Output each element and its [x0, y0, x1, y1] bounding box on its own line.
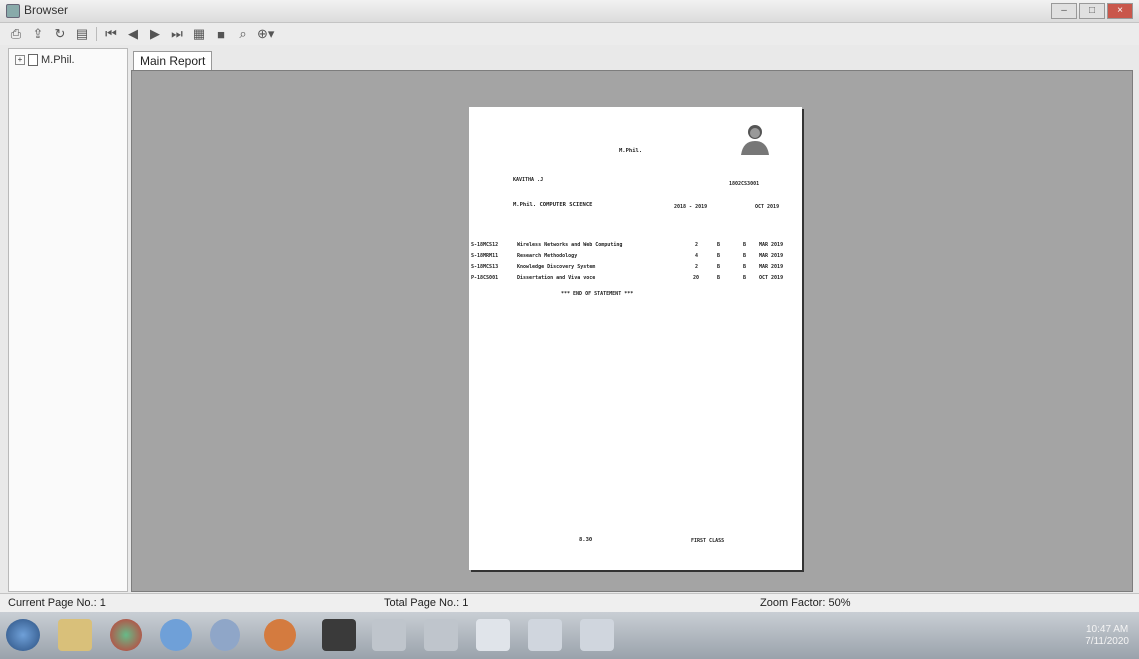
close-button[interactable]: × — [1107, 3, 1133, 19]
expand-icon[interactable]: + — [15, 55, 25, 65]
app-icon-5[interactable] — [580, 619, 614, 651]
classification: FIRST CLASS — [691, 538, 725, 544]
report-page: M.Phil. KAVITHA .J 1802CS3001 M.Phil. CO… — [469, 107, 802, 570]
maximize-button[interactable]: □ — [1079, 3, 1105, 19]
clock-date: 7/11/2020 — [1085, 636, 1129, 647]
end-of-statement: *** END OF STATEMENT *** — [561, 291, 634, 297]
taskbar: 10:47 AM 7/11/2020 — [0, 612, 1139, 659]
page-icon[interactable]: ▦ — [191, 26, 207, 42]
zoom-factor-label: Zoom Factor: 50% — [760, 597, 851, 609]
student-name: KAVITHA .J — [513, 177, 544, 183]
window-controls: – □ × — [1051, 3, 1133, 19]
cgpa-value: 8.30 — [579, 537, 593, 543]
register-number: 1802CS3001 — [729, 181, 760, 187]
report-tree: + M.Phil. — [8, 48, 128, 592]
app-icon — [6, 4, 20, 18]
student-photo — [735, 119, 775, 155]
next-page-icon[interactable]: ▶ — [147, 26, 163, 42]
subject-name: M.Phil. COMPUTER SCIENCE — [513, 202, 593, 208]
start-button[interactable] — [6, 619, 40, 651]
last-page-icon[interactable]: ⏭ — [169, 26, 185, 42]
find-icon[interactable]: ⌕ — [235, 26, 251, 42]
app-icon-4[interactable] — [528, 619, 562, 651]
prev-page-icon[interactable]: ◀ — [125, 26, 141, 42]
status-bar: Current Page No.: 1 Total Page No.: 1 Zo… — [0, 593, 1139, 612]
tree-toggle-icon[interactable]: ▤ — [74, 26, 90, 42]
first-page-icon[interactable]: ⏮ — [103, 26, 119, 42]
academic-year: 2018 - 2019 — [674, 204, 708, 210]
zoom-icon[interactable]: ⊕▾ — [257, 26, 274, 42]
app-icon-2[interactable] — [424, 619, 458, 651]
file-explorer-icon[interactable] — [58, 619, 92, 651]
report-viewer: M.Phil. KAVITHA .J 1802CS3001 M.Phil. CO… — [131, 70, 1133, 592]
app-icon-1[interactable] — [372, 619, 406, 651]
exam-session: OCT 2019 — [755, 204, 780, 210]
toolbar-separator — [96, 27, 97, 41]
tree-node-mphil[interactable]: + M.Phil. — [15, 54, 75, 66]
clock-time: 10:47 AM — [1085, 624, 1129, 635]
program-heading: M.Phil. — [619, 148, 643, 154]
window-title: Browser — [24, 3, 69, 17]
toolbar: ⎙ ⇪ ↻ ▤ ⏮ ◀ ▶ ⏭ ▦ ■ ⌕ ⊕▾ — [0, 23, 1139, 45]
refresh-icon[interactable]: ↻ — [52, 26, 68, 42]
chrome-icon[interactable] — [110, 619, 142, 651]
title-bar: Browser – □ × — [0, 0, 1139, 23]
document-icon — [28, 54, 38, 66]
app-icon-3[interactable] — [476, 619, 510, 651]
stop-icon[interactable]: ■ — [213, 27, 229, 42]
firefox-icon[interactable] — [264, 619, 296, 651]
export-icon[interactable]: ⇪ — [30, 26, 46, 42]
current-page-label: Current Page No.: 1 — [8, 597, 106, 609]
pdf-reader-icon[interactable] — [322, 619, 356, 651]
minimize-button[interactable]: – — [1051, 3, 1077, 19]
tree-node-label: M.Phil. — [41, 54, 75, 66]
print-icon[interactable]: ⎙ — [8, 26, 24, 42]
tab-main-report[interactable]: Main Report — [133, 51, 213, 70]
media-player-icon[interactable] — [210, 619, 240, 651]
total-page-label: Total Page No.: 1 — [384, 597, 469, 609]
internet-explorer-icon[interactable] — [160, 619, 192, 651]
system-clock[interactable]: 10:47 AM 7/11/2020 — [1085, 624, 1129, 648]
